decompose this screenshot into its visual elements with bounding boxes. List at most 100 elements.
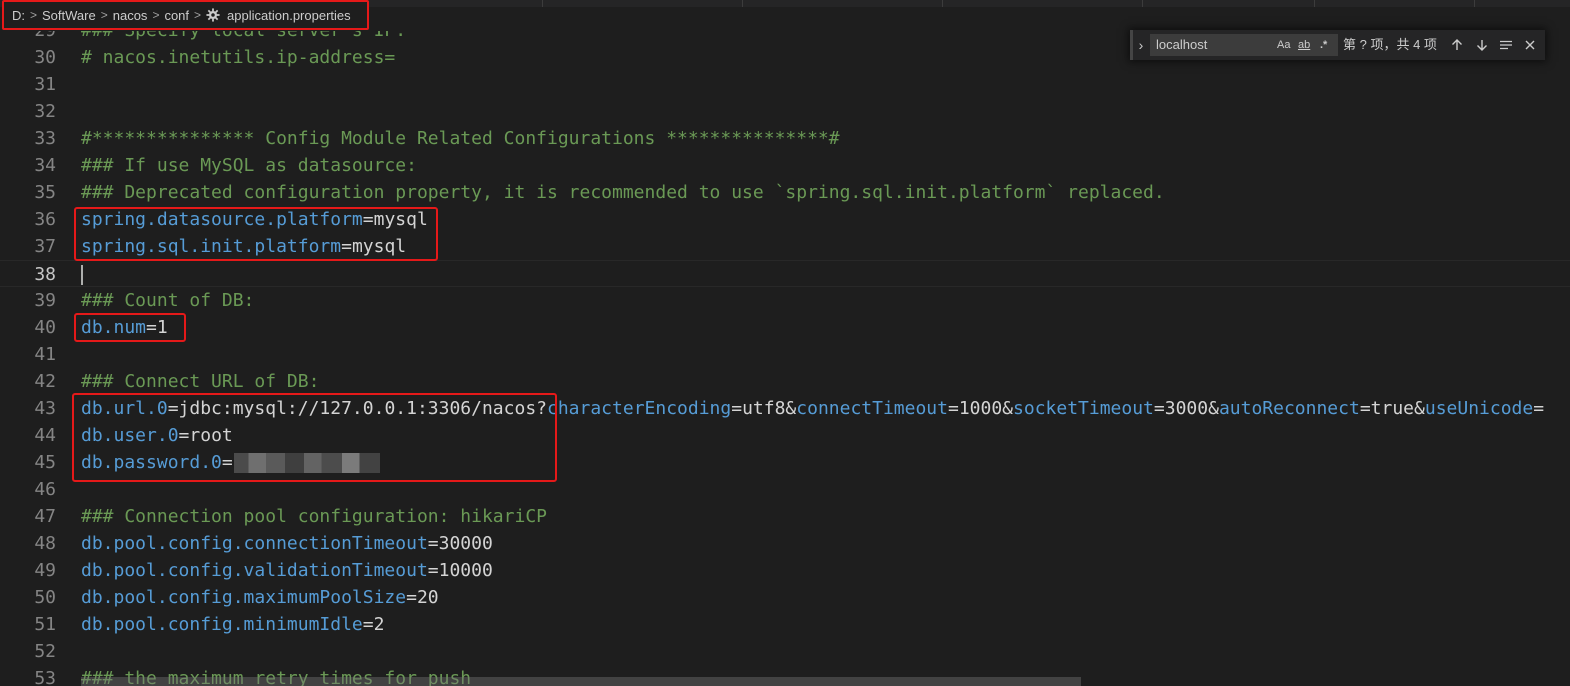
toggle-replace-chevron-icon[interactable]: › xyxy=(1134,36,1148,54)
match-whole-word-icon[interactable]: ab xyxy=(1298,35,1310,55)
find-result-count: 第 ? 项，共 4 项 xyxy=(1343,37,1437,52)
chevron-right-icon: > xyxy=(30,8,38,22)
code-line[interactable]: 46 xyxy=(0,476,1570,503)
code-line[interactable]: 36 spring.datasource.platform=mysql xyxy=(0,206,1570,233)
line-content: db.password.0= xyxy=(81,449,380,476)
equals-sign: = xyxy=(427,560,439,581)
line-content: ### If use MySQL as datasource: xyxy=(81,152,417,179)
line-number: 51 xyxy=(34,614,56,635)
gear-icon xyxy=(206,8,220,22)
line-content: db.url.0=jdbc:mysql://127.0.0.1:3306/nac… xyxy=(81,395,1544,422)
comment-text: ### If use MySQL as datasource: xyxy=(81,155,417,176)
property-key: db.pool.config.minimumIdle xyxy=(81,614,363,635)
comment-text: ### Deprecated configuration property, i… xyxy=(81,182,1165,203)
code-line[interactable]: 40 db.num=1 xyxy=(0,314,1570,341)
line-number: 48 xyxy=(34,533,56,554)
comment-text: ### Connect URL of DB: xyxy=(81,371,320,392)
breadcrumb-nacos[interactable]: nacos xyxy=(113,8,148,23)
code-line[interactable]: 49 db.pool.config.validationTimeout=10000 xyxy=(0,557,1570,584)
line-content: db.pool.config.validationTimeout=10000 xyxy=(81,557,493,584)
code-line[interactable]: 51 db.pool.config.minimumIdle=2 xyxy=(0,611,1570,638)
breadcrumb-drive[interactable]: D: xyxy=(12,8,25,23)
line-number: 30 xyxy=(34,47,56,68)
match-case-icon[interactable]: Aa xyxy=(1277,35,1290,55)
line-number: 42 xyxy=(34,371,56,392)
property-key: spring.datasource.platform xyxy=(81,209,363,230)
property-key: db.pool.config.maximumPoolSize xyxy=(81,587,407,608)
line-content: db.pool.config.connectionTimeout=30000 xyxy=(81,530,493,557)
code-line[interactable]: 41 xyxy=(0,341,1570,368)
code-line[interactable]: 47 ### Connection pool configuration: hik… xyxy=(0,503,1570,530)
code-line[interactable]: 44 db.user.0=root xyxy=(0,422,1570,449)
code-line[interactable]: 50 db.pool.config.maximumPoolSize=20 xyxy=(0,584,1570,611)
breadcrumb-software[interactable]: SoftWare xyxy=(42,8,96,23)
property-key: characterEncoding xyxy=(547,398,732,419)
code-editor[interactable]: 29### Specify local server's IP:30# naco… xyxy=(0,17,1570,686)
redacted-password xyxy=(233,453,380,473)
code-line[interactable]: 37 spring.sql.init.platform=mysql xyxy=(0,233,1570,260)
code-line[interactable]: 48 db.pool.config.connectionTimeout=30000 xyxy=(0,530,1570,557)
find-query: localhost xyxy=(1156,37,1208,52)
code-line[interactable]: 31 xyxy=(0,71,1570,98)
code-line[interactable]: 35 ### Deprecated configuration property,… xyxy=(0,179,1570,206)
line-content: db.user.0=root xyxy=(81,422,233,449)
regex-icon[interactable]: .* xyxy=(1320,35,1327,55)
line-number: 35 xyxy=(34,182,56,203)
property-key: db.pool.config.validationTimeout xyxy=(81,560,428,581)
property-key: connectTimeout xyxy=(796,398,948,419)
line-content: ### Connect URL of DB: xyxy=(81,368,319,395)
line-number: 49 xyxy=(34,560,56,581)
next-match-arrow-down-icon[interactable] xyxy=(1472,35,1492,55)
property-value: =true& xyxy=(1359,398,1425,419)
code-line[interactable]: 45 db.password.0= xyxy=(0,449,1570,476)
code-line[interactable]: 43 db.url.0=jdbc:mysql://127.0.0.1:3306/n… xyxy=(0,395,1570,422)
find-in-selection-icon[interactable] xyxy=(1496,35,1516,55)
line-content: spring.sql.init.platform=mysql xyxy=(81,233,406,260)
line-content: spring.datasource.platform=mysql xyxy=(81,206,428,233)
property-value: mysql xyxy=(351,236,407,257)
comment-text: # nacos.inetutils.ip-address= xyxy=(81,47,396,68)
line-number: 47 xyxy=(34,506,56,527)
line-number: 38 xyxy=(34,264,56,285)
line-number: 31 xyxy=(34,74,56,95)
property-key: db.url.0 xyxy=(81,398,168,419)
equals-sign: = xyxy=(362,209,374,230)
line-content: db.num=1 xyxy=(81,314,168,341)
equals-sign: = xyxy=(221,452,233,473)
line-content: ### Deprecated configuration property, i… xyxy=(81,179,1165,206)
code-line[interactable]: 33 #*************** Config Module Related… xyxy=(0,125,1570,152)
line-number: 53 xyxy=(34,668,56,686)
line-content: #*************** Config Module Related C… xyxy=(81,125,840,152)
breadcrumb-file[interactable]: application.properties xyxy=(227,8,351,23)
chevron-right-icon: > xyxy=(152,8,160,22)
line-number: 52 xyxy=(34,641,56,662)
property-value: 10000 xyxy=(438,560,493,581)
property-key: db.user.0 xyxy=(81,425,179,446)
property-value: mysql xyxy=(373,209,428,230)
line-content: # nacos.inetutils.ip-address= xyxy=(81,44,395,71)
equals-sign: = xyxy=(427,533,439,554)
code-line[interactable]: 34 ### If use MySQL as datasource: xyxy=(0,152,1570,179)
code-line[interactable]: 32 xyxy=(0,98,1570,125)
property-key: db.pool.config.connectionTimeout xyxy=(81,533,428,554)
code-line[interactable]: 42 ### Connect URL of DB: xyxy=(0,368,1570,395)
line-number: 43 xyxy=(34,398,56,419)
code-line[interactable]: 39 ### Count of DB: xyxy=(0,287,1570,314)
close-icon[interactable] xyxy=(1520,35,1540,55)
code-line[interactable]: 38 xyxy=(0,260,1570,287)
code-line[interactable]: 52 xyxy=(0,638,1570,665)
breadcrumb-conf[interactable]: conf xyxy=(164,8,189,23)
property-key: db.password.0 xyxy=(81,452,222,473)
property-value: =jdbc:mysql://127.0.0.1:3306/nacos? xyxy=(167,398,547,419)
property-value: =utf8& xyxy=(731,398,797,419)
property-key: socketTimeout xyxy=(1013,398,1154,419)
find-resize-handle[interactable] xyxy=(1130,30,1133,60)
line-number: 32 xyxy=(34,101,56,122)
horizontal-scrollbar[interactable] xyxy=(81,677,1081,686)
line-number: 46 xyxy=(34,479,56,500)
property-value: 20 xyxy=(416,587,439,608)
previous-match-arrow-up-icon[interactable] xyxy=(1447,35,1467,55)
chevron-right-icon: > xyxy=(100,8,108,22)
property-value: 30000 xyxy=(438,533,493,554)
equals-sign: = xyxy=(146,317,157,338)
